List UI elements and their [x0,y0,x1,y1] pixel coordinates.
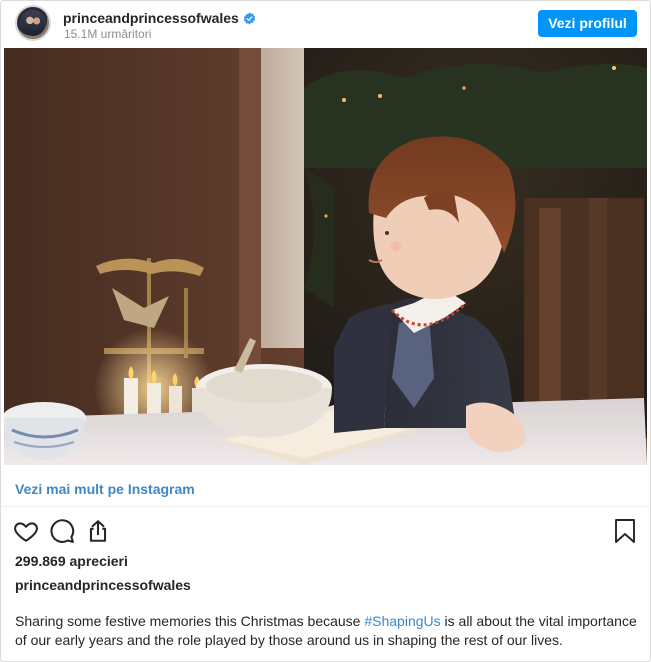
post-image [4,48,647,465]
profile-avatar[interactable] [15,5,51,41]
post-header: princeandprincessofwales 15.1M urmăritor… [1,1,650,48]
comment-icon[interactable] [49,518,75,544]
view-more-on-instagram-link[interactable]: Vezi mai mult pe Instagram [15,481,195,497]
post-caption: Sharing some festive memories this Chris… [15,612,640,650]
divider [1,506,650,507]
follower-count: 15.1M urmăritori [64,27,152,41]
post-photo[interactable] [4,48,647,465]
hashtag-link[interactable]: #ShapingUs [364,613,440,629]
caption-text-start: Sharing some festive memories this Chris… [15,613,365,629]
verified-badge-icon [243,11,256,25]
heart-icon[interactable] [13,518,39,544]
username-row: princeandprincessofwales [63,9,256,27]
like-count[interactable]: 299.869 aprecieri [15,553,128,569]
username-link[interactable]: princeandprincessofwales [63,10,239,26]
avatar-image [20,10,46,36]
instagram-embed-card: princeandprincessofwales 15.1M urmăritor… [0,0,651,662]
share-icon[interactable] [85,518,111,544]
bookmark-icon[interactable] [613,518,637,544]
caption-author[interactable]: princeandprincessofwales [15,577,191,593]
view-profile-button[interactable]: Vezi profilul [538,10,637,37]
